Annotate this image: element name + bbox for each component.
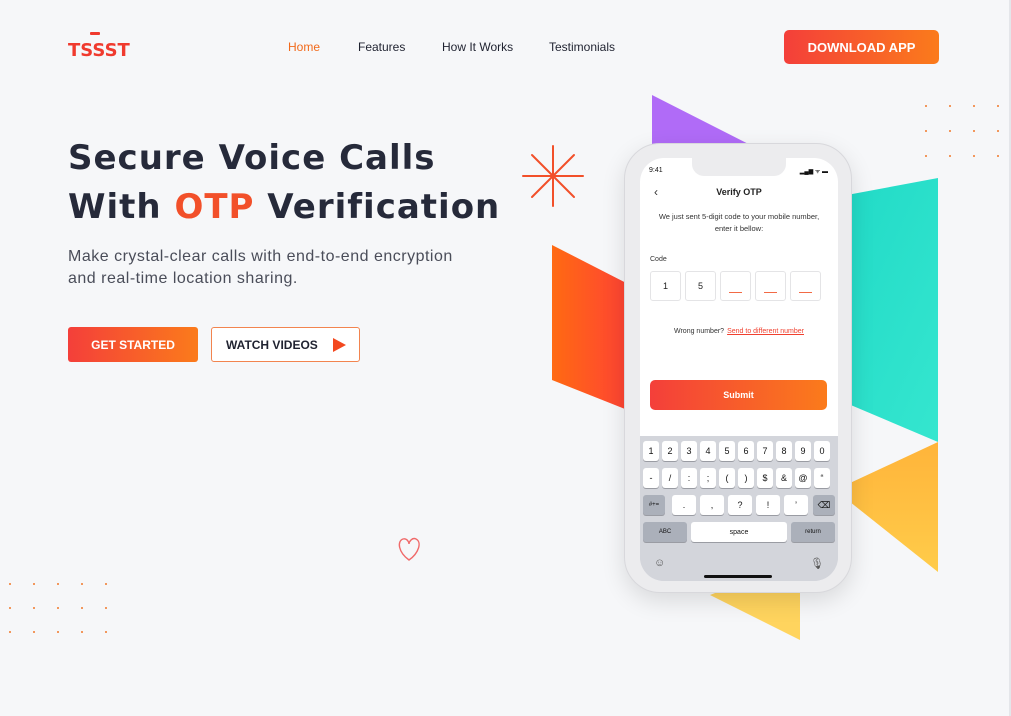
nav-item-how-it-works[interactable]: How It Works	[442, 40, 513, 54]
key-8[interactable]: 8	[776, 441, 792, 461]
hero-title-line1: Secure Voice Calls	[68, 138, 436, 178]
logo-text: TSSST	[68, 40, 130, 61]
home-indicator	[704, 575, 772, 578]
nav-item-testimonials[interactable]: Testimonials	[549, 40, 615, 54]
key-abc[interactable]: ABC	[643, 522, 687, 542]
key-question[interactable]: ?	[728, 495, 752, 515]
key-at[interactable]: @	[795, 468, 811, 488]
logo-accent-bar	[90, 32, 100, 35]
hero-subtitle: Make crystal-clear calls with end-to-end…	[68, 248, 453, 287]
key-semicolon[interactable]: ;	[700, 468, 716, 488]
send-different-number-link[interactable]: Send to different number	[727, 328, 804, 335]
backspace-icon[interactable]: ⌫	[813, 495, 835, 515]
key-6[interactable]: 6	[738, 441, 754, 461]
nav-item-home[interactable]: Home	[288, 40, 320, 54]
key-colon[interactable]: :	[681, 468, 697, 488]
hero-title-line2-pre: With	[68, 187, 175, 227]
heart-icon	[398, 537, 420, 561]
key-comma[interactable]: ,	[700, 495, 724, 515]
on-screen-keyboard: 1 2 3 4 5 6 7 8 9 0 - / : ; ( ) $ & @ “	[640, 436, 838, 581]
key-0[interactable]: 0	[814, 441, 830, 461]
key-dollar[interactable]: $	[757, 468, 773, 488]
key-5[interactable]: 5	[719, 441, 735, 461]
sparkle-icon	[522, 145, 584, 207]
key-9[interactable]: 9	[795, 441, 811, 461]
phone-notch	[692, 158, 786, 176]
key-4[interactable]: 4	[700, 441, 716, 461]
key-symbols-toggle[interactable]: #+=	[643, 495, 665, 515]
otp-digit-1[interactable]: 1	[650, 271, 681, 301]
key-apostrophe[interactable]: ’	[784, 495, 808, 515]
microphone-icon[interactable]: 🎙	[810, 557, 824, 570]
otp-digit-2[interactable]: 5	[685, 271, 716, 301]
wrong-number-text: Wrong number?	[674, 328, 725, 335]
hero-title: Secure Voice Calls With OTP Verification	[68, 134, 500, 232]
hero-title-line2-post: Verification	[254, 187, 501, 227]
key-3[interactable]: 3	[681, 441, 697, 461]
key-exclamation[interactable]: !	[756, 495, 780, 515]
verify-otp-title: Verify OTP	[716, 187, 762, 197]
key-space[interactable]: space	[691, 522, 787, 542]
code-label: Code	[650, 256, 667, 263]
watch-videos-label: WATCH VIDEOS	[226, 337, 318, 352]
nav-item-features[interactable]: Features	[358, 40, 405, 54]
key-dash[interactable]: -	[643, 468, 659, 488]
key-close-paren[interactable]: )	[738, 468, 754, 488]
get-started-button[interactable]: GET STARTED	[68, 327, 198, 362]
key-quote[interactable]: “	[814, 468, 830, 488]
key-ampersand[interactable]: &	[776, 468, 792, 488]
wrong-number-row: Wrong number? Send to different number	[640, 328, 838, 335]
otp-digit-3[interactable]	[720, 271, 751, 301]
key-slash[interactable]: /	[662, 468, 678, 488]
key-return[interactable]: return	[791, 522, 835, 542]
download-app-button[interactable]: DOWNLOAD APP	[784, 30, 939, 64]
phone-mockup: 9:41 ▂▄▆ ᯤ ▬ ‹ Verify OTP We just sent 5…	[624, 143, 852, 593]
phone-screen: 9:41 ▂▄▆ ᯤ ▬ ‹ Verify OTP We just sent 5…	[640, 158, 838, 581]
play-icon	[333, 338, 346, 352]
key-2[interactable]: 2	[662, 441, 678, 461]
otp-digit-4[interactable]	[755, 271, 786, 301]
brand-logo[interactable]: TSSST	[68, 30, 130, 64]
status-icons: ▂▄▆ ᯤ ▬	[799, 169, 828, 175]
status-time: 9:41	[649, 167, 663, 174]
hero-title-accent: OTP	[174, 187, 255, 227]
landing-page: TSSST Home Features How It Works Testimo…	[0, 0, 1011, 716]
key-7[interactable]: 7	[757, 441, 773, 461]
submit-button[interactable]: Submit	[650, 380, 827, 410]
emoji-icon[interactable]: ☺	[654, 557, 665, 569]
otp-digit-5[interactable]	[790, 271, 821, 301]
watch-videos-button[interactable]: WATCH VIDEOS	[211, 327, 360, 362]
verify-description: We just sent 5-digit code to your mobile…	[658, 212, 820, 233]
key-1[interactable]: 1	[643, 441, 659, 461]
key-open-paren[interactable]: (	[719, 468, 735, 488]
key-period[interactable]: .	[672, 495, 696, 515]
